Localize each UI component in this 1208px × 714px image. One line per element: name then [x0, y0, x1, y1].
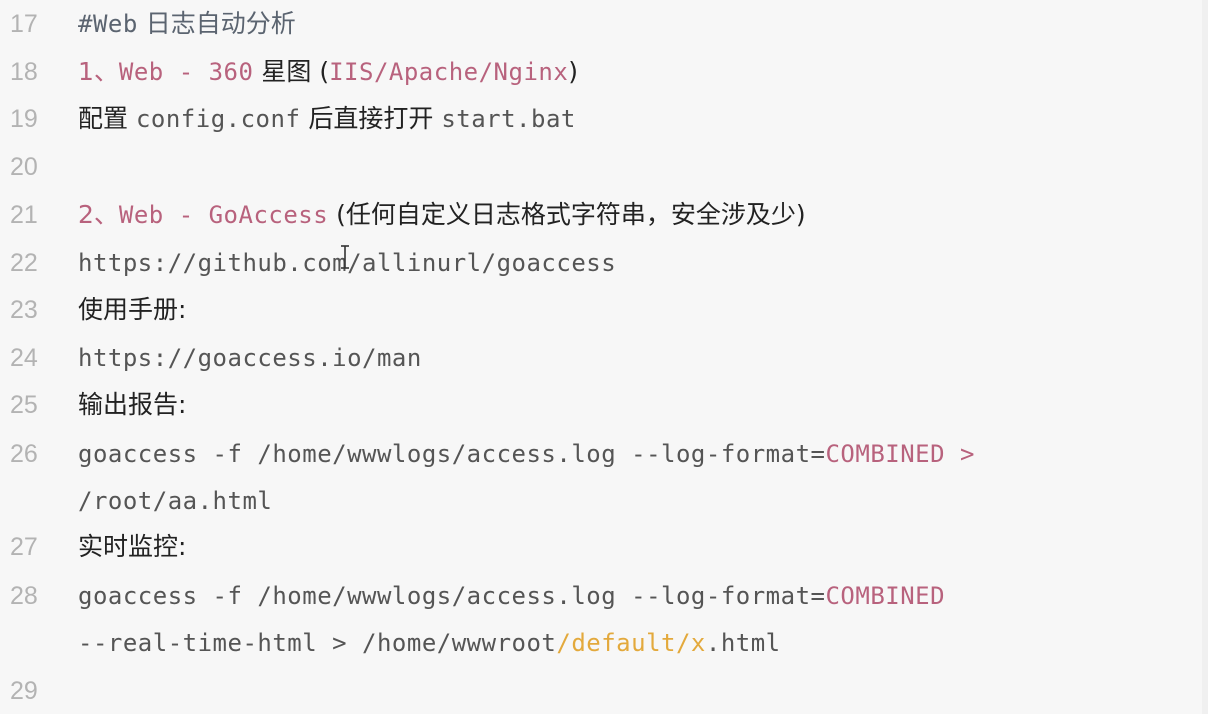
line-content: 配置 config.conf 后直接打开 start.bat [78, 99, 576, 140]
vertical-scrollbar[interactable] [1202, 0, 1208, 714]
code-token: 1、 [78, 57, 119, 86]
line-content: --real-time-html > /home/wwwroot/default… [78, 623, 781, 664]
line-content: 实时监控: [78, 527, 186, 568]
editor-line[interactable]: 25 输出报告: [0, 385, 1208, 425]
line-content: 1、Web - 360 星图 (IIS/Apache/Nginx) [78, 52, 578, 93]
code-token: 日志自动分析 [137, 9, 296, 38]
line-content: 输出报告: [78, 385, 186, 426]
line-number: 22 [10, 249, 38, 277]
code-token: start.bat [441, 105, 576, 133]
editor-line[interactable]: 18 1、Web - 360 星图 (IIS/Apache/Nginx) [0, 52, 1208, 92]
code-token: 后直接打开 [300, 104, 442, 133]
line-content: 使用手册: [78, 290, 186, 331]
line-number: 27 [10, 533, 38, 561]
code-token: /default/x [556, 629, 706, 657]
line-content: https://goaccess.io/man [78, 338, 422, 379]
editor-line[interactable]: 28 goaccess -f /home/wwwlogs/access.log -… [0, 576, 1208, 616]
line-number: 23 [10, 296, 38, 324]
code-token: IIS/Apache/Nginx [329, 58, 569, 86]
code-token: 输出报告: [78, 390, 187, 419]
line-number: 24 [10, 344, 38, 372]
editor-line[interactable]: 29 [0, 671, 1208, 711]
code-token: .html [705, 629, 781, 657]
code-token: (任何自定义日志格式字符串，安全涉及少) [328, 200, 806, 229]
code-token: 实时监控: [78, 532, 187, 561]
line-number: 19 [10, 105, 38, 133]
editor-line[interactable]: 17 #Web 日志自动分析 [0, 4, 1208, 44]
code-token: Web - GoAccess [118, 201, 329, 229]
editor-line[interactable]: 24 https://goaccess.io/man [0, 338, 1208, 378]
code-token: ) [568, 57, 579, 86]
code-token: 使用手册: [78, 295, 187, 324]
code-token: /root/aa.html [78, 487, 273, 515]
line-content: goaccess -f /home/wwwlogs/access.log --l… [78, 576, 945, 617]
code-token: 配置 [78, 104, 136, 133]
code-token: goaccess -f /home/wwwlogs/access.log --l… [78, 440, 826, 468]
code-token: https://goaccess.io/man [78, 344, 422, 372]
editor-line[interactable]: 27 实时监控: [0, 527, 1208, 567]
editor-line[interactable]: 23 使用手册: [0, 290, 1208, 330]
line-number: 18 [10, 58, 38, 86]
line-content: #Web 日志自动分析 [78, 4, 296, 45]
editor-line[interactable]: 21 2、Web - GoAccess (任何自定义日志格式字符串，安全涉及少) [0, 195, 1208, 235]
editor-line[interactable]: --real-time-html > /home/wwwroot/default… [0, 623, 1208, 663]
code-token: 2、 [78, 200, 119, 229]
line-number: 26 [10, 440, 38, 468]
code-token: COMBINED [825, 582, 946, 610]
line-content: /root/aa.html [78, 481, 272, 522]
line-number: 21 [10, 201, 38, 229]
editor-line[interactable]: 20 [0, 147, 1208, 187]
text-cursor-icon [341, 245, 349, 269]
code-token: COMBINED > [825, 440, 975, 468]
line-content: goaccess -f /home/wwwlogs/access.log --l… [78, 434, 975, 475]
line-number: 28 [10, 582, 38, 610]
line-number: 25 [10, 391, 38, 419]
code-token: --real-time-html > /home/wwwroot [78, 629, 557, 657]
code-editor[interactable]: 17 #Web 日志自动分析 18 1、Web - 360 星图 (IIS/Apach… [0, 0, 1208, 714]
line-number: 17 [10, 10, 38, 38]
code-token: Web - 360 [118, 58, 254, 86]
line-content: 2、Web - GoAccess (任何自定义日志格式字符串，安全涉及少) [78, 195, 806, 236]
editor-line[interactable]: 26 goaccess -f /home/wwwlogs/access.log -… [0, 434, 1208, 474]
line-number: 29 [10, 677, 38, 705]
editor-line[interactable]: 19 配置 config.conf 后直接打开 start.bat [0, 99, 1208, 139]
code-token: goaccess -f /home/wwwlogs/access.log --l… [78, 582, 826, 610]
editor-line[interactable]: /root/aa.html [0, 481, 1208, 521]
code-token: 星图 ( [253, 57, 330, 86]
code-token: config.conf [135, 105, 301, 133]
editor-line[interactable]: 22 https://github.com/allinurl/goaccess [0, 243, 1208, 283]
line-number: 20 [10, 153, 38, 181]
code-token: #Web [78, 10, 138, 38]
